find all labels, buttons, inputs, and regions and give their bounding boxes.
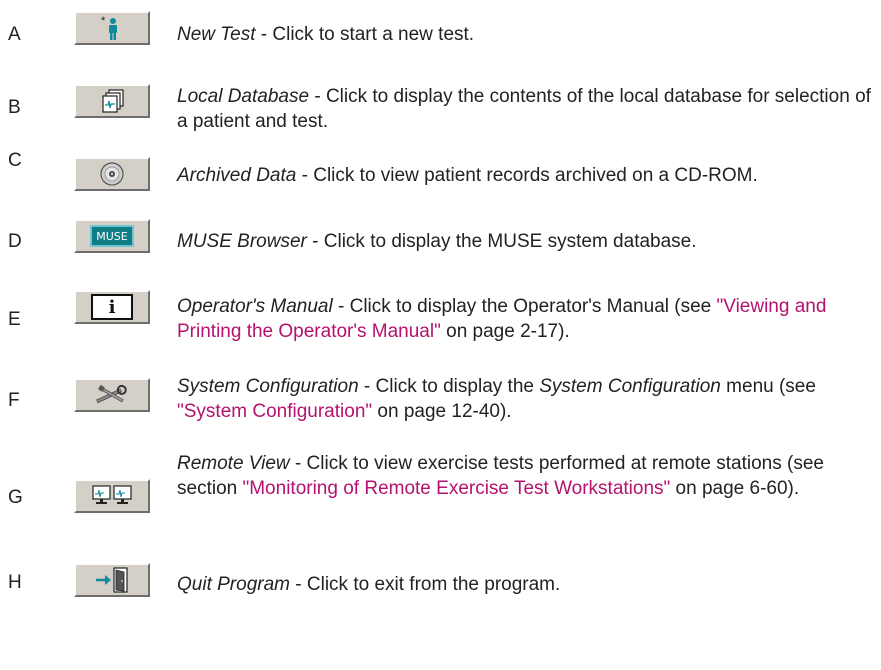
item-text: Click to exit from the program. <box>306 574 561 595</box>
item-title: Local Database <box>177 86 310 107</box>
description: Local Database - Click to display the co… <box>177 86 871 132</box>
exit-door-icon <box>96 567 128 593</box>
item-text: Click to view patient records archived o… <box>313 165 758 186</box>
row-letter: F <box>8 390 20 411</box>
archived-data-button[interactable] <box>74 157 150 191</box>
description: Archived Data - Click to view patient re… <box>177 165 758 186</box>
quit-program-button[interactable] <box>74 563 150 597</box>
description: New Test - Click to start a new test. <box>177 24 475 45</box>
item-title: MUSE Browser <box>177 231 307 252</box>
item-title: Remote View <box>177 453 290 474</box>
description: Quit Program - Click to exit from the pr… <box>177 574 561 595</box>
tools-icon <box>96 384 127 404</box>
local-database-icon <box>102 89 124 113</box>
description: MUSE Browser - Click to display the MUSE… <box>177 231 697 252</box>
item-text: Click to display the MUSE system databas… <box>323 231 697 252</box>
description: Operator's Manual - Click to display the… <box>177 296 827 342</box>
row-letter: E <box>8 309 21 330</box>
row-letter: A <box>8 24 21 45</box>
item-text: Click to start a new test. <box>272 24 475 45</box>
new-patient-icon: * <box>101 15 117 40</box>
cd-rom-icon <box>100 162 124 186</box>
svg-text:*: * <box>101 15 106 27</box>
item-title: System Configuration <box>177 376 359 397</box>
local-database-button[interactable] <box>74 84 150 118</box>
row-letter: H <box>8 572 22 593</box>
inline-title: System Configuration <box>539 376 721 397</box>
description: Remote View - Click to view exercise tes… <box>177 453 824 499</box>
info-icon: i <box>91 294 133 320</box>
remote-monitors-icon <box>92 485 132 504</box>
new-test-button[interactable]: * <box>74 11 150 45</box>
muse-browser-button[interactable]: MUSE <box>74 219 150 253</box>
row-letter: B <box>8 97 21 118</box>
row-letter: G <box>8 487 23 508</box>
item-title: New Test <box>177 24 256 45</box>
muse-icon: MUSE <box>90 225 134 247</box>
item-title: Operator's Manual <box>177 296 333 317</box>
description: System Configuration - Click to display … <box>177 376 816 422</box>
operators-manual-button[interactable]: i <box>74 290 150 324</box>
cross-reference-link[interactable]: "System Configuration" <box>177 401 372 422</box>
cross-reference-link[interactable]: "Monitoring of Remote Exercise Test Work… <box>242 478 670 499</box>
row-letter: C <box>8 150 22 171</box>
item-title: Quit Program <box>177 574 290 595</box>
row-letter: D <box>8 231 22 252</box>
item-title: Archived Data <box>177 165 297 186</box>
system-configuration-button[interactable] <box>74 378 150 412</box>
remote-view-button[interactable] <box>74 479 150 513</box>
